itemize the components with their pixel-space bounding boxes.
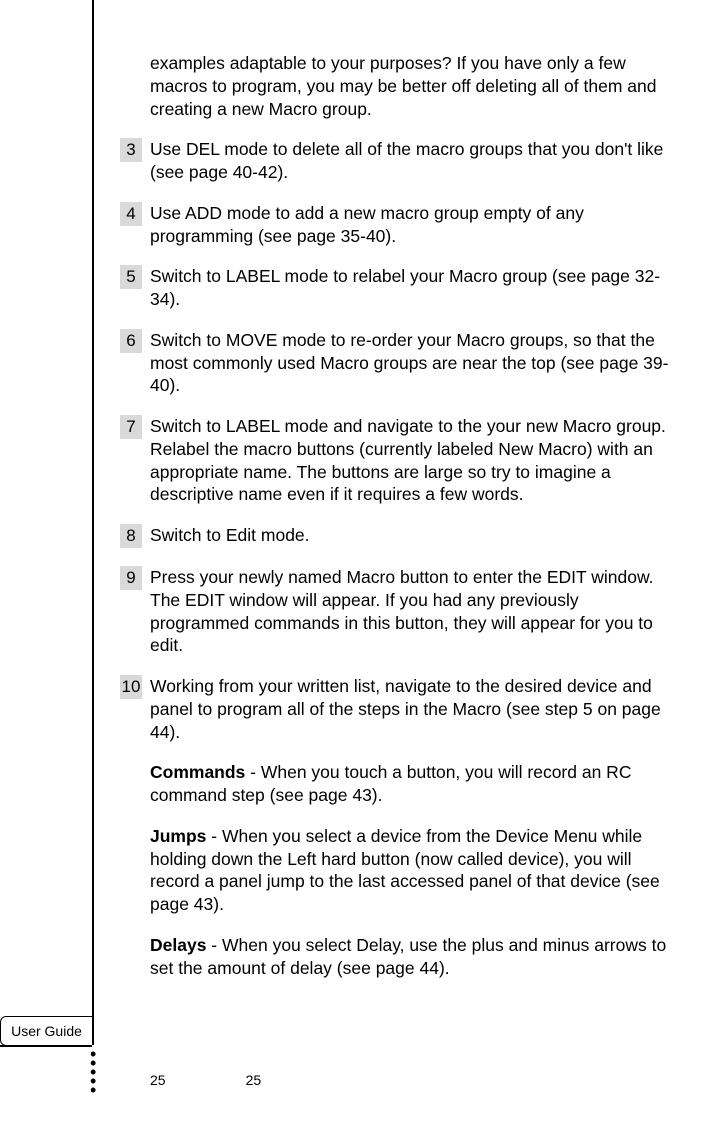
step-text: Switch to LABEL mode and navigate to the…	[150, 415, 680, 506]
step-number: 8	[120, 524, 142, 548]
step-text: Use DEL mode to delete all of the macro …	[150, 138, 680, 184]
step-number: 10	[120, 675, 142, 699]
step-text: Switch to LABEL mode to relabel your Mac…	[150, 265, 680, 311]
body-content: examples adaptable to your purposes? If …	[120, 52, 680, 997]
step-item: 3 Use DEL mode to delete all of the macr…	[120, 138, 680, 184]
vertical-rule	[92, 0, 94, 1045]
step-item: 9 Press your newly named Macro button to…	[120, 566, 680, 657]
sidebar-tab: User Guide	[0, 1016, 92, 1046]
sub-lead: Jumps	[150, 826, 206, 846]
step-item: 10 Working from your written list, navig…	[120, 675, 680, 743]
sub-lead: Delays	[150, 935, 206, 955]
step-item: 5 Switch to LABEL mode to relabel your M…	[120, 265, 680, 311]
sidebar-label: User Guide	[11, 1023, 82, 1039]
step-item: 6 Switch to MOVE mode to re-order your M…	[120, 329, 680, 397]
step-number: 5	[120, 265, 142, 289]
step-item: 4 Use ADD mode to add a new macro group …	[120, 202, 680, 248]
step-number: 3	[120, 138, 142, 162]
step-number: 7	[120, 415, 142, 439]
step-text: Press your newly named Macro button to e…	[150, 566, 680, 657]
step-item: 7 Switch to LABEL mode and navigate to t…	[120, 415, 680, 506]
sub-rest: - When you select a device from the Devi…	[150, 826, 660, 914]
sub-paragraph: Delays - When you select Delay, use the …	[150, 934, 680, 980]
step-number: 9	[120, 566, 142, 590]
sub-paragraph: Commands - When you touch a button, you …	[150, 761, 680, 807]
sub-lead: Commands	[150, 762, 245, 782]
page-number: 25	[150, 1072, 166, 1088]
sub-paragraph: Jumps - When you select a device from th…	[150, 825, 680, 916]
step-text: Working from your written list, navigate…	[150, 675, 680, 743]
dot-ornament: •••••	[90, 1050, 96, 1095]
step-number: 6	[120, 329, 142, 353]
step-text: Switch to MOVE mode to re-order your Mac…	[150, 329, 680, 397]
page-numbers: 25 25	[150, 1072, 261, 1088]
step-text: Use ADD mode to add a new macro group em…	[150, 202, 680, 248]
sub-rest: - When you select Delay, use the plus an…	[150, 935, 666, 978]
page-number: 25	[246, 1072, 262, 1088]
step-text: Switch to Edit mode.	[150, 524, 680, 547]
page: User Guide ••••• examples adaptable to y…	[0, 0, 714, 1123]
step-number: 4	[120, 202, 142, 226]
intro-paragraph: examples adaptable to your purposes? If …	[150, 52, 680, 120]
step-item: 8 Switch to Edit mode.	[120, 524, 680, 548]
